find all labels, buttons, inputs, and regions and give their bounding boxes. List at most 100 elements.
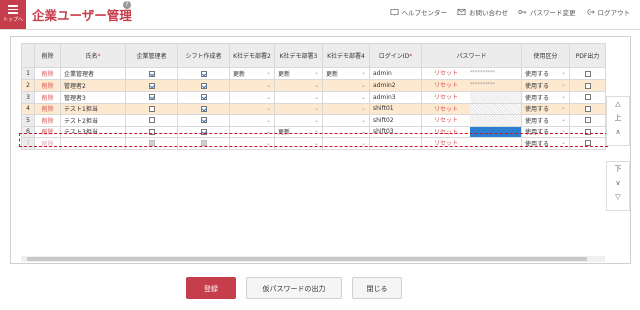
password-field[interactable] <box>470 92 521 103</box>
pdf-output-checkbox[interactable] <box>584 82 591 89</box>
move-bottom-icon[interactable]: ▽ <box>607 190 629 204</box>
delete-link[interactable]: 削除 <box>34 91 61 104</box>
shift-creator-checkbox[interactable] <box>200 82 207 89</box>
name-cell[interactable] <box>60 137 126 150</box>
name-cell[interactable]: テスト1担当 <box>60 102 126 115</box>
shift-creator-checkbox[interactable] <box>200 94 207 101</box>
dept4-select[interactable]: ⌄ <box>322 79 370 92</box>
pdf-output-checkbox[interactable] <box>584 70 591 77</box>
table-row[interactable]: 7 削除 ⌄ ⌄ ⌄ リセット 使用する ⌄ <box>21 137 606 150</box>
password-cell[interactable]: リセット <box>421 91 522 104</box>
shift-creator-cell[interactable] <box>177 102 230 115</box>
password-field[interactable] <box>470 103 521 114</box>
reset-password-link[interactable]: リセット <box>423 92 471 102</box>
password-cell[interactable]: リセット <box>421 137 522 150</box>
shift-creator-checkbox[interactable] <box>200 128 207 135</box>
close-button[interactable]: 閉じる <box>352 277 402 299</box>
password-field[interactable]: ********** <box>470 81 521 91</box>
usage-select[interactable]: 使用する ⌄ <box>521 137 570 150</box>
pdf-output-cell[interactable] <box>569 137 606 150</box>
move-up-label[interactable]: 上 <box>607 111 629 125</box>
shift-creator-checkbox[interactable] <box>200 105 207 112</box>
pdf-output-cell[interactable] <box>569 125 606 138</box>
pdf-output-checkbox[interactable] <box>584 128 591 135</box>
pdf-output-checkbox[interactable] <box>584 94 591 101</box>
dept4-select[interactable]: ⌄ <box>322 91 370 104</box>
dept2-select[interactable]: 更新 ⌄ <box>229 67 275 80</box>
table-row[interactable]: 5 削除 テスト2担当 ⌄ ⌄ ⌄ shift02 リセット 使用する ⌄ <box>21 114 606 127</box>
shift-creator-cell[interactable] <box>177 67 230 80</box>
login-id-cell[interactable]: admin3 <box>369 91 422 104</box>
company-admin-checkbox[interactable] <box>148 105 155 112</box>
dept2-select[interactable]: ⌄ <box>229 125 275 138</box>
login-id-cell[interactable]: shift03 <box>369 125 422 138</box>
shift-creator-cell[interactable] <box>177 79 230 92</box>
register-button[interactable]: 登録 <box>186 277 236 299</box>
reset-password-link[interactable]: リセット <box>423 69 471 79</box>
dept2-select[interactable]: ⌄ <box>229 91 275 104</box>
password-field[interactable] <box>470 138 521 148</box>
pdf-output-checkbox[interactable] <box>584 140 591 147</box>
company-admin-cell[interactable] <box>125 102 178 115</box>
reset-password-link[interactable]: リセット <box>423 81 471 91</box>
reset-password-link[interactable]: リセット <box>423 127 471 137</box>
logout-link[interactable]: ログアウト <box>586 7 630 17</box>
delete-link[interactable]: 削除 <box>34 137 61 150</box>
password-cell[interactable]: リセット <box>421 114 522 127</box>
delete-link[interactable]: 削除 <box>34 67 61 80</box>
login-id-cell[interactable]: admin <box>369 67 422 80</box>
password-cell[interactable]: リセット ********** <box>421 79 522 92</box>
chevron-down-icon[interactable]: ∨ <box>607 176 629 190</box>
login-id-cell[interactable]: admin2 <box>369 79 422 92</box>
password-field[interactable]: ********** <box>470 69 521 79</box>
pdf-output-cell[interactable] <box>569 67 606 80</box>
usage-select[interactable]: 使用する ⌄ <box>521 125 570 138</box>
password-cell[interactable]: リセット <box>421 102 522 115</box>
temp-password-output-button[interactable]: 仮パスワードの出力 <box>246 277 342 299</box>
table-row[interactable]: 1 削除 企業管理者 更新 ⌄ 更新 ⌄ 更新 ⌄ admin リセット ********** 使用する… <box>21 67 606 80</box>
login-id-cell[interactable]: shift02 <box>369 114 422 127</box>
pdf-output-cell[interactable] <box>569 79 606 92</box>
dept4-select[interactable]: ⌄ <box>322 102 370 115</box>
pdf-output-cell[interactable] <box>569 114 606 127</box>
dept4-select[interactable]: ⌄ <box>322 125 370 138</box>
company-admin-cell[interactable] <box>125 125 178 138</box>
password-cell[interactable]: リセット <box>421 125 522 138</box>
shift-creator-checkbox[interactable] <box>200 140 207 147</box>
dept4-select[interactable]: ⌄ <box>322 114 370 127</box>
company-admin-checkbox[interactable] <box>148 94 155 101</box>
company-admin-cell[interactable] <box>125 137 178 150</box>
password-field[interactable] <box>470 126 521 137</box>
name-cell[interactable]: テスト2担当 <box>60 114 126 127</box>
name-cell[interactable]: テスト3担当 <box>60 125 126 138</box>
company-admin-cell[interactable] <box>125 114 178 127</box>
shift-creator-checkbox[interactable] <box>200 70 207 77</box>
horizontal-scrollbar[interactable] <box>21 256 605 262</box>
company-admin-checkbox[interactable] <box>148 117 155 124</box>
table-row[interactable]: 4 削除 テスト1担当 ⌄ ⌄ ⌄ shift01 リセット 使用する ⌄ <box>21 102 606 115</box>
delete-link[interactable]: 削除 <box>34 79 61 92</box>
password-field[interactable] <box>470 115 521 126</box>
table-row[interactable]: 6 削除 テスト3担当 ⌄ 更新 ⌄ ⌄ shift03 リセット 使用する ⌄ <box>21 125 606 138</box>
dept4-select[interactable]: 更新 ⌄ <box>322 67 370 80</box>
dept2-select[interactable]: ⌄ <box>229 79 275 92</box>
login-id-cell[interactable]: shift01 <box>369 102 422 115</box>
pdf-output-checkbox[interactable] <box>584 117 591 124</box>
move-down-label[interactable]: 下 <box>607 162 629 176</box>
usage-select[interactable]: 使用する ⌄ <box>521 102 570 115</box>
company-admin-checkbox[interactable] <box>148 82 155 89</box>
dept4-select[interactable]: ⌄ <box>322 137 370 150</box>
name-cell[interactable]: 管理者2 <box>60 79 126 92</box>
dept3-select[interactable]: ⌄ <box>274 114 323 127</box>
help-icon[interactable]: ? <box>123 1 131 9</box>
menu-button[interactable]: トップへ <box>0 0 26 29</box>
pdf-output-checkbox[interactable] <box>584 105 591 112</box>
dept3-select[interactable]: ⌄ <box>274 79 323 92</box>
dept2-select[interactable]: ⌄ <box>229 102 275 115</box>
name-cell[interactable]: 企業管理者 <box>60 67 126 80</box>
table-row[interactable]: 3 削除 管理者3 ⌄ ⌄ ⌄ admin3 リセット 使用する ⌄ <box>21 91 606 104</box>
company-admin-cell[interactable] <box>125 79 178 92</box>
shift-creator-cell[interactable] <box>177 114 230 127</box>
usage-select[interactable]: 使用する ⌄ <box>521 79 570 92</box>
chevron-up-icon[interactable]: ∧ <box>607 125 629 139</box>
